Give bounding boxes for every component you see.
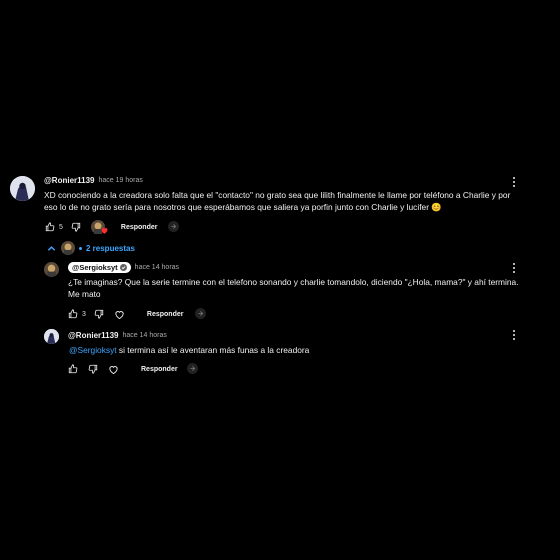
replies-count-label: 2 respuestas [86, 243, 135, 253]
author-handle[interactable]: @Ronier1139 [44, 176, 95, 185]
like-icon[interactable] [45, 222, 55, 232]
dislike-icon[interactable] [71, 222, 81, 232]
creator-badge[interactable]: @Sergioksyt [68, 262, 131, 273]
dislike-icon[interactable] [88, 364, 98, 374]
like-count: 3 [82, 310, 86, 318]
more-options-icon[interactable] [509, 261, 519, 275]
reply-button[interactable]: Responder [141, 366, 178, 373]
more-options-icon[interactable] [509, 328, 519, 342]
more-options-icon[interactable] [509, 175, 519, 189]
mention-link[interactable]: @Sergioksyt [69, 345, 117, 355]
reply-actions: 3 Responder [68, 307, 183, 321]
avatar[interactable] [10, 176, 35, 201]
heart-icon[interactable] [108, 364, 119, 375]
reply-actions: Responder [68, 362, 178, 376]
dislike-icon[interactable] [94, 309, 104, 319]
reply-header: @Ronier1139 hace 14 horas [68, 331, 167, 340]
options-icon[interactable] [168, 221, 179, 232]
chevron-up-icon [47, 244, 56, 253]
comment-header: @Ronier1139 hace 19 horas [44, 176, 143, 185]
reply-button[interactable]: Responder [121, 224, 158, 231]
options-icon[interactable] [187, 363, 198, 374]
reply-text: @Sergioksyt si termina así le aventaran … [69, 344, 521, 356]
like-count: 5 [59, 223, 63, 231]
heart-icon[interactable] [114, 309, 125, 320]
options-icon[interactable] [195, 308, 206, 319]
avatar[interactable] [44, 329, 59, 344]
author-handle: @Sergioksyt [72, 263, 118, 272]
replies-toggle-button[interactable]: 2 respuestas [47, 241, 135, 255]
like-icon[interactable] [68, 309, 78, 319]
reply-text: ¿Te imaginas? Que la serie termine con e… [68, 277, 519, 299]
like-icon[interactable] [68, 364, 78, 374]
creator-heart-icon [90, 220, 109, 234]
avatar-image [10, 176, 35, 201]
reply-button[interactable]: Responder [147, 311, 184, 318]
reply-time[interactable]: hace 14 horas [135, 264, 179, 271]
reply-time[interactable]: hace 14 horas [123, 332, 167, 339]
reply-header: @Sergioksyt hace 14 horas [68, 262, 179, 273]
comment-time[interactable]: hace 19 horas [99, 177, 143, 184]
verified-check-icon [119, 264, 127, 271]
avatar[interactable] [44, 262, 59, 277]
replier-avatar [61, 241, 75, 255]
reply-text-body: si termina así le aventaran más funas a … [116, 345, 310, 355]
comment-text: XD conociendo a la creadora solo falta q… [44, 190, 511, 212]
bullet-icon [79, 246, 82, 250]
author-handle[interactable]: @Ronier1139 [68, 331, 119, 340]
comment-actions: 5 Responder [45, 220, 157, 234]
